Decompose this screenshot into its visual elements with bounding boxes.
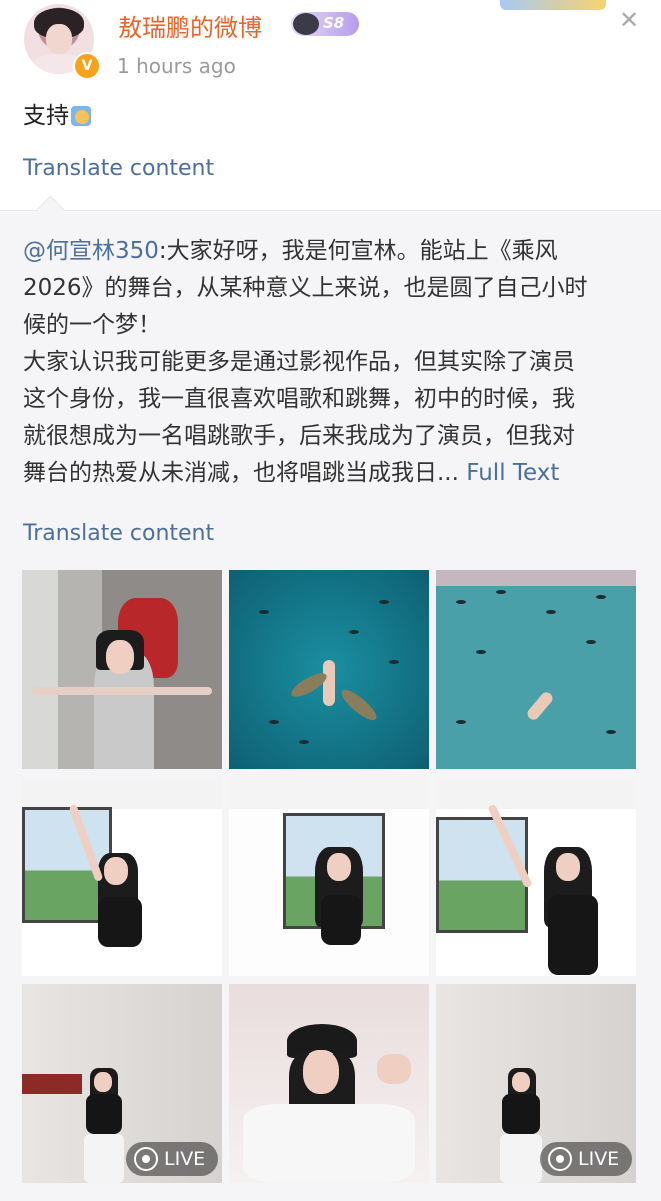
live-label: LIVE bbox=[578, 1148, 620, 1170]
emoji-icon bbox=[71, 106, 91, 126]
photo-thumbnail[interactable] bbox=[436, 777, 636, 976]
vip-badge[interactable]: S8 bbox=[291, 12, 359, 36]
repost-translate-content-link[interactable]: Translate content bbox=[23, 521, 214, 546]
post-text: 支持 bbox=[23, 96, 91, 130]
full-text-link[interactable]: Full Text bbox=[466, 460, 559, 486]
verified-icon: V bbox=[73, 52, 101, 80]
close-icon[interactable]: ✕ bbox=[617, 8, 641, 32]
promo-banner[interactable] bbox=[500, 0, 606, 10]
live-photo-icon bbox=[134, 1147, 158, 1171]
post-header: V 敖瑞鹏的微博 S8 ✕ 1 hours ago bbox=[0, 0, 661, 90]
photo-thumbnail[interactable]: LIVE bbox=[22, 984, 222, 1183]
live-badge: LIVE bbox=[126, 1142, 218, 1176]
post-text-content: 支持 bbox=[23, 103, 69, 129]
repost-line: :大家好呀，我是何宣林。能站上《乘风 bbox=[158, 238, 558, 264]
repost-line: 候的一个梦！ bbox=[23, 312, 161, 338]
vip-icon bbox=[293, 13, 319, 35]
photo-thumbnail[interactable]: LIVE bbox=[436, 984, 636, 1183]
photo-thumbnail[interactable] bbox=[229, 984, 429, 1183]
live-label: LIVE bbox=[164, 1148, 206, 1170]
live-photo-icon bbox=[548, 1147, 572, 1171]
repost-line: 2026》的舞台，从某种意义上来说，也是圆了自己小时 bbox=[23, 275, 588, 301]
photo-thumbnail[interactable] bbox=[436, 570, 636, 769]
photo-thumbnail[interactable] bbox=[229, 570, 429, 769]
photo-thumbnail[interactable] bbox=[22, 570, 222, 769]
live-badge: LIVE bbox=[540, 1142, 632, 1176]
repost-line: 舞台的热爱从未消减，也将唱跳当成我日... bbox=[23, 460, 459, 486]
card-notch bbox=[35, 195, 66, 226]
vip-level: S8 bbox=[323, 14, 345, 32]
translate-content-link[interactable]: Translate content bbox=[23, 156, 214, 181]
repost-line: 这个身份，我一直很喜欢唱歌和跳舞，初中的时候，我 bbox=[23, 386, 575, 412]
repost-card[interactable]: @何宣林350:大家好呀，我是何宣林。能站上《乘风 2026》的舞台，从某种意义… bbox=[0, 195, 661, 1201]
repost-line: 就很想成为一名唱跳歌手，后来我成为了演员，但我对 bbox=[23, 423, 575, 449]
timestamp: 1 hours ago bbox=[117, 54, 236, 78]
repost-text: @何宣林350:大家好呀，我是何宣林。能站上《乘风 2026》的舞台，从某种意义… bbox=[23, 233, 643, 492]
photo-thumbnail[interactable] bbox=[229, 777, 429, 976]
photo-grid: LIVE LIVE bbox=[22, 570, 637, 1184]
username[interactable]: 敖瑞鹏的微博 bbox=[118, 8, 262, 43]
mention-link[interactable]: @何宣林350 bbox=[23, 238, 159, 264]
repost-line: 大家认识我可能更多是通过影视作品，但其实除了演员 bbox=[23, 349, 575, 375]
photo-thumbnail[interactable] bbox=[22, 777, 222, 976]
